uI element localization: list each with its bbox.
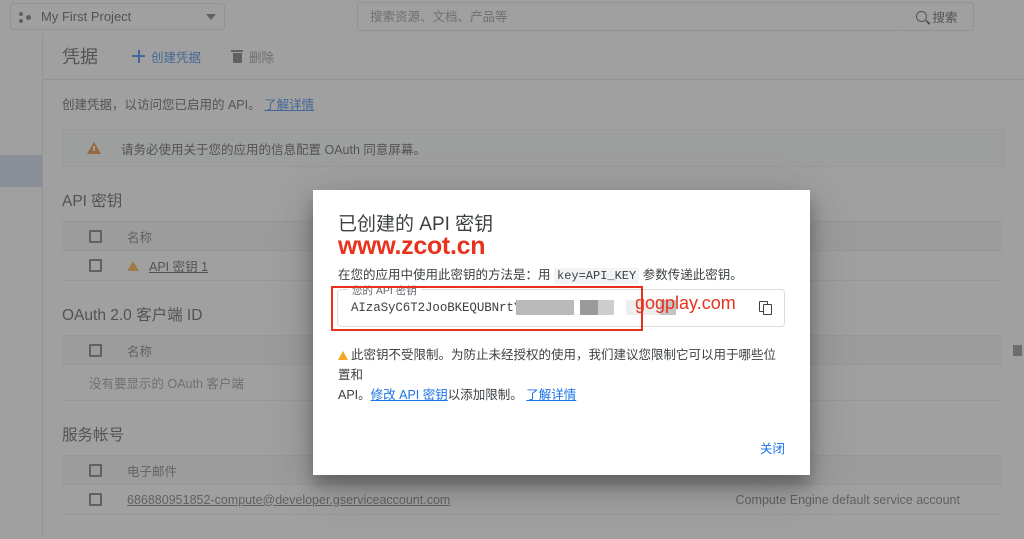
warning-line-2-prefix: API。 xyxy=(338,388,371,402)
copy-icon[interactable] xyxy=(759,301,773,316)
warning-line-1: 此密钥不受限制。为防止未经授权的使用，我们建议您限制它可以用于哪些位置和 xyxy=(338,348,777,382)
warning-line-2-mid: 以添加限制。 xyxy=(447,388,523,402)
close-button[interactable]: 关闭 xyxy=(751,432,794,463)
edit-api-key-link[interactable]: 修改 API 密钥 xyxy=(371,388,448,402)
watermark-gogplay: gogplay.com xyxy=(635,293,736,313)
watermark-zcot: www.zcot.cn xyxy=(338,232,486,260)
dialog-description-code: key=API_KEY xyxy=(554,268,640,284)
dialog-description-suffix: 参数传递此密钥。 xyxy=(642,268,743,282)
api-key-value: AIzaSyC6T2JooBKEQUBNrtY xyxy=(351,301,522,315)
dialog-description-prefix: 在您的应用中使用此密钥的方法是：用 xyxy=(338,268,551,282)
learn-more-link[interactable]: 了解详情 xyxy=(526,388,576,402)
api-key-created-dialog: 已创建的 API 密钥 www.zcot.cn 在您的应用中使用此密钥的方法是：… xyxy=(313,190,810,475)
dialog-description: 在您的应用中使用此密钥的方法是：用 key=API_KEY 参数传递此密钥。 xyxy=(338,264,743,284)
api-key-field-label: 您的 API 密钥 xyxy=(348,283,421,298)
api-key-unrestricted-warning: 此密钥不受限制。为防止未经授权的使用，我们建议您限制它可以用于哪些位置和 API… xyxy=(338,345,786,405)
warning-triangle-icon xyxy=(338,351,348,360)
